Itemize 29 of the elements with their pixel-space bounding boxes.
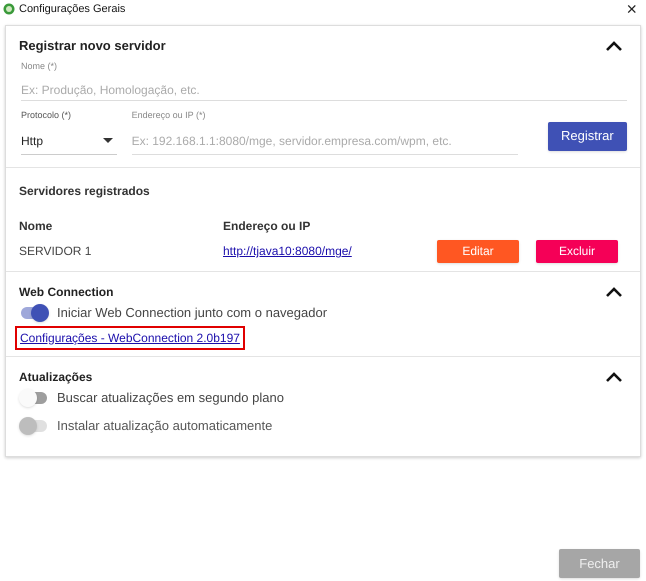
toggle-switch[interactable] [19,388,49,408]
toggle-label: Buscar atualizações em segundo plano [57,388,284,407]
dropdown-caret-icon [102,138,113,144]
settings-link[interactable]: Configurações - WebConnection 2.0b197 [15,326,245,350]
field-label: Protocolo (*) [21,109,72,122]
close-button[interactable]: × [620,0,643,18]
app-logo-icon [3,3,15,15]
chevron-up-icon[interactable] [605,286,623,298]
field-label: Nome (*) [21,60,58,73]
table-cell-text: SERVIDOR 1 [19,243,92,260]
toggle-label: Iniciar Web Connection junto com o navegador [57,304,328,322]
toggle-label: Instalar atualização automaticamente [57,416,272,435]
chevron-up-icon[interactable] [605,40,623,52]
column-header: Nome [19,218,54,234]
section-title: Servidores registrados [19,184,150,198]
section-title: Web Connection [19,284,114,300]
window-title: Configurações Gerais [19,2,126,17]
section-title: Atualizações [19,368,92,386]
field-label: Endereço ou IP (*) [132,109,206,122]
column-header: Endereço ou IP [223,218,312,234]
server-link[interactable]: http://tjava10:8080/mge/ [223,242,352,260]
section-title: Registrar novo servidor [19,37,166,55]
register-button[interactable]: Registrar [548,122,628,150]
toggle-switch[interactable] [19,302,49,322]
address-field[interactable]: Ex: 192.168.1.1:8080/mge, servidor.empresa.com/wpm, etc. [132,128,518,154]
chevron-up-icon[interactable] [605,370,623,382]
name-field[interactable]: Ex: Produção, Homologação, etc. [21,79,627,101]
protocol-dropdown[interactable]: Http [21,128,117,154]
delete-button[interactable]: Excluir [536,240,618,262]
